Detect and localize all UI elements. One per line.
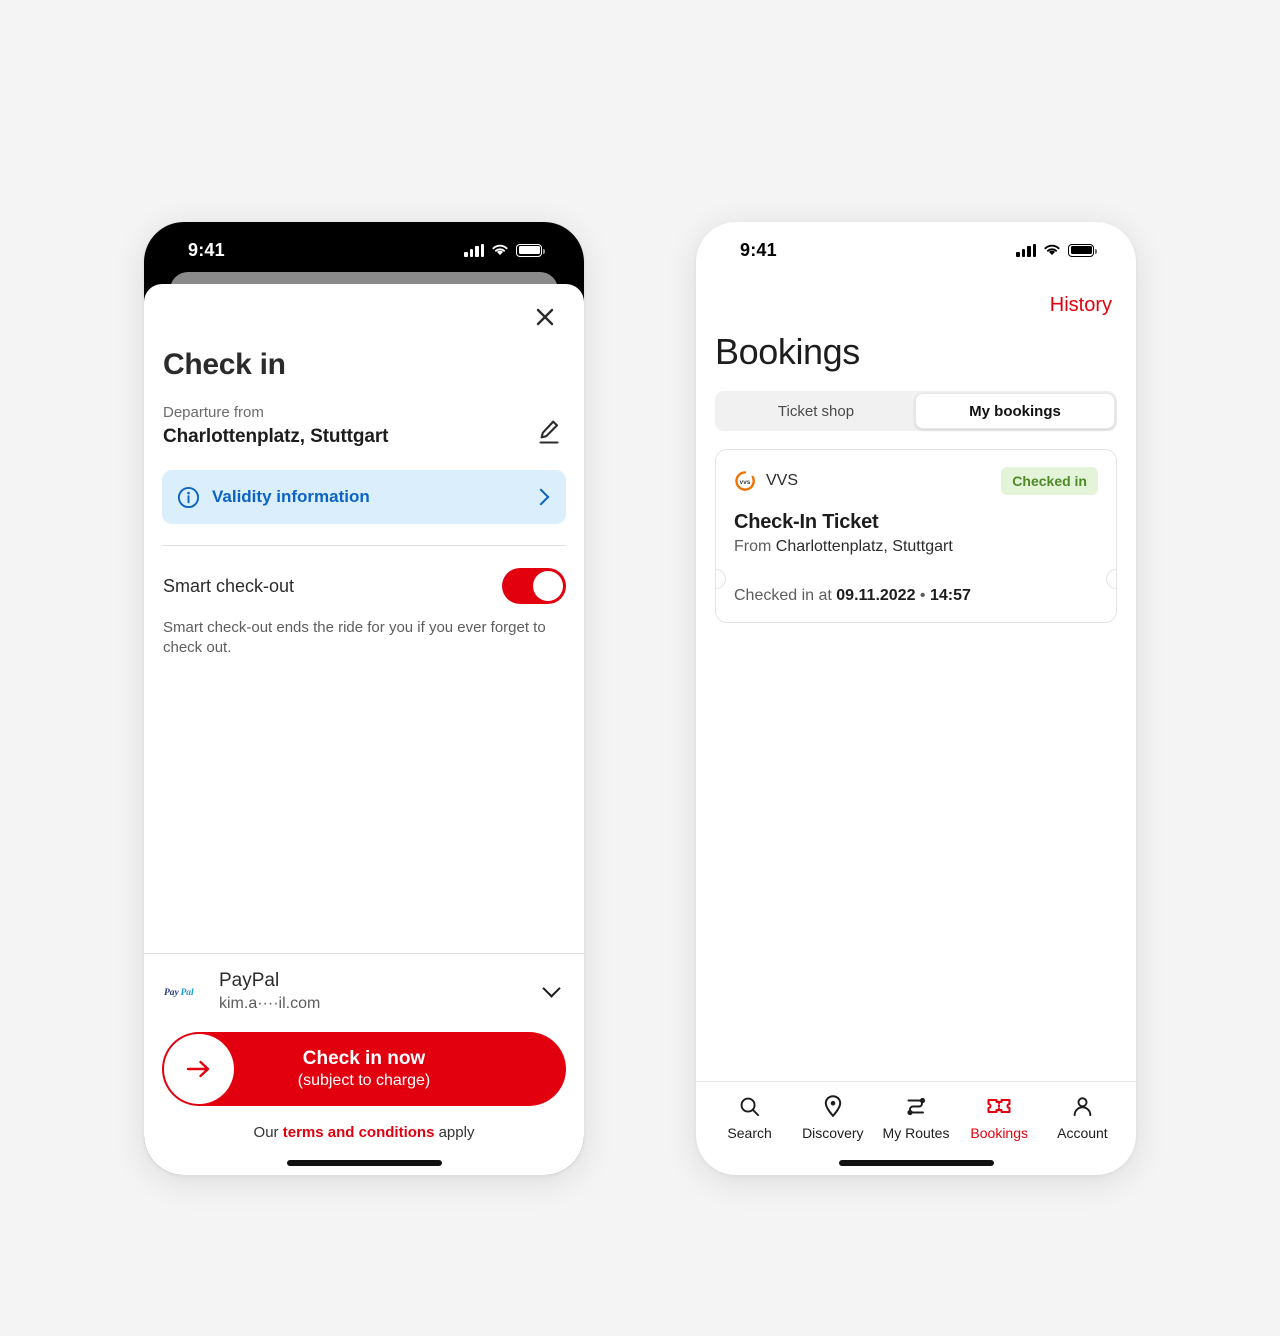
payment-account: kim.a····il.com bbox=[219, 995, 321, 1012]
terms-link[interactable]: terms and conditions bbox=[283, 1124, 435, 1141]
status-time: 9:41 bbox=[740, 239, 777, 260]
status-bar-left: 9:41 bbox=[144, 222, 584, 278]
signal-icon bbox=[464, 243, 484, 257]
paypal-logo: Pay Pal bbox=[163, 985, 205, 999]
payment-texts: PayPal kim.a····il.com bbox=[219, 970, 531, 1013]
info-icon bbox=[177, 486, 200, 508]
departure-value: Charlottenplatz, Stuttgart bbox=[163, 426, 389, 447]
check-in-sheet: Check in Departure from Charlottenplatz,… bbox=[144, 284, 584, 1175]
tab-label: Search bbox=[727, 1125, 772, 1141]
ticket-from: From Charlottenplatz, Stuttgart bbox=[734, 534, 1098, 556]
validity-information-banner[interactable]: Validity information bbox=[162, 470, 566, 524]
status-bar-right: 9:41 bbox=[696, 222, 1136, 278]
ticket-perforation-gap bbox=[734, 556, 1098, 587]
status-icons bbox=[464, 243, 545, 257]
wifi-icon bbox=[492, 244, 508, 256]
terms-prefix: Our bbox=[253, 1124, 283, 1141]
checked-label: Checked in at bbox=[734, 587, 837, 604]
departure-block: Departure from Charlottenplatz, Stuttgar… bbox=[163, 404, 389, 448]
search-icon bbox=[738, 1094, 761, 1118]
check-in-now-button[interactable]: Check in now (subject to charge) bbox=[162, 1032, 566, 1106]
status-icons bbox=[1016, 243, 1097, 257]
page-title: Bookings bbox=[715, 331, 860, 372]
person-icon bbox=[1071, 1094, 1094, 1118]
vvs-logo: vvs bbox=[734, 470, 756, 492]
tab-label: Bookings bbox=[970, 1125, 1028, 1141]
signal-icon bbox=[1016, 243, 1036, 257]
smart-checkout-label: Smart check-out bbox=[163, 575, 295, 596]
payment-method-row[interactable]: Pay Pal PayPal kim.a····il.com bbox=[162, 954, 566, 1013]
edit-departure-button[interactable] bbox=[532, 412, 566, 446]
payment-provider: PayPal bbox=[219, 970, 280, 991]
phone-right-bookings: 9:41 History Bookings Ticket shop My boo… bbox=[696, 222, 1136, 1175]
ticket-header: vvs VVS Checked in bbox=[734, 467, 1098, 495]
terms-suffix: apply bbox=[434, 1124, 475, 1141]
smart-checkout-toggle[interactable] bbox=[502, 568, 566, 604]
ticket-brand-name: VVS bbox=[766, 472, 799, 489]
checked-separator: • bbox=[915, 587, 930, 604]
status-time: 9:41 bbox=[188, 239, 225, 260]
tab-bookings[interactable]: Bookings bbox=[958, 1094, 1041, 1141]
close-button[interactable] bbox=[526, 298, 564, 336]
cta-arrow-circle bbox=[164, 1034, 234, 1104]
checked-time: 14:57 bbox=[929, 587, 971, 604]
cta-main-label: Check in now bbox=[302, 1048, 426, 1069]
payment-section: Pay Pal PayPal kim.a····il.com Check in … bbox=[144, 954, 584, 1141]
ticket-checked-in-at: Checked in at 09.11.2022 • 14:57 bbox=[734, 587, 1098, 622]
departure-label: Departure from bbox=[163, 404, 264, 421]
checked-date: 09.11.2022 bbox=[836, 587, 916, 604]
arrow-right-icon bbox=[186, 1060, 210, 1078]
close-row bbox=[162, 284, 566, 336]
bookings-body: History Bookings Ticket shop My bookings… bbox=[696, 278, 1136, 1175]
page-title: Check in bbox=[163, 348, 286, 381]
cta-texts: Check in now (subject to charge) bbox=[298, 1048, 431, 1090]
home-indicator-left bbox=[144, 1141, 584, 1175]
tab-discovery[interactable]: Discovery bbox=[791, 1094, 874, 1141]
svg-text:vvs: vvs bbox=[740, 479, 751, 486]
wifi-icon bbox=[1044, 244, 1060, 256]
smart-checkout-row: Smart check-out bbox=[162, 546, 566, 604]
ticket-brand: vvs VVS bbox=[734, 470, 798, 492]
status-badge: Checked in bbox=[1001, 467, 1098, 495]
ticket-from-label: From bbox=[734, 538, 776, 555]
close-icon bbox=[536, 308, 554, 326]
battery-icon bbox=[1068, 243, 1097, 257]
validity-information-label: Validity information bbox=[212, 487, 370, 506]
tab-label: Discovery bbox=[802, 1125, 864, 1141]
history-row: History bbox=[696, 278, 1136, 317]
battery-icon bbox=[516, 243, 545, 257]
departure-row: Departure from Charlottenplatz, Stuttgar… bbox=[162, 382, 566, 448]
ticket-title: Check-In Ticket bbox=[734, 511, 879, 533]
history-link[interactable]: History bbox=[1050, 294, 1112, 317]
home-indicator-right bbox=[696, 1141, 1136, 1175]
bottom-tab-bar: Search Discovery My Routes Bookings Acco… bbox=[696, 1081, 1136, 1141]
svg-text:Pal: Pal bbox=[181, 988, 195, 998]
tab-search[interactable]: Search bbox=[708, 1094, 791, 1141]
tab-account[interactable]: Account bbox=[1041, 1094, 1124, 1141]
smart-checkout-description: Smart check-out ends the ride for you if… bbox=[163, 619, 546, 656]
terms-text: Our terms and conditions apply bbox=[162, 1106, 566, 1141]
segmented-control: Ticket shop My bookings bbox=[715, 391, 1117, 431]
phone-left-check-in: 9:41 Check in Departure from Charlottenp… bbox=[144, 222, 584, 1175]
ticket-from-value: Charlottenplatz, Stuttgart bbox=[775, 538, 953, 555]
sheet-header: Check in Departure from Charlottenplatz,… bbox=[144, 284, 584, 657]
tab-my-bookings[interactable]: My bookings bbox=[915, 393, 1115, 429]
map-pin-icon bbox=[822, 1094, 844, 1118]
tab-my-routes[interactable]: My Routes bbox=[874, 1094, 957, 1141]
chevron-down-icon[interactable] bbox=[542, 979, 561, 998]
tab-label: My Routes bbox=[882, 1125, 950, 1141]
ticket-icon bbox=[986, 1094, 1012, 1118]
pencil-icon bbox=[539, 420, 559, 444]
route-icon bbox=[904, 1094, 928, 1118]
tab-ticket-shop[interactable]: Ticket shop bbox=[717, 393, 915, 429]
screenshot-stage: 9:41 Check in Departure from Charlottenp… bbox=[0, 0, 1280, 1336]
tab-label: Account bbox=[1057, 1125, 1108, 1141]
sheet-spacer bbox=[144, 657, 584, 953]
toggle-knob bbox=[533, 571, 563, 601]
chevron-right-icon bbox=[532, 488, 550, 506]
cta-sub-label: (subject to charge) bbox=[297, 1072, 431, 1089]
booking-ticket-card[interactable]: vvs VVS Checked in Check-In Ticket From … bbox=[715, 449, 1117, 623]
svg-text:Pay: Pay bbox=[164, 988, 180, 998]
